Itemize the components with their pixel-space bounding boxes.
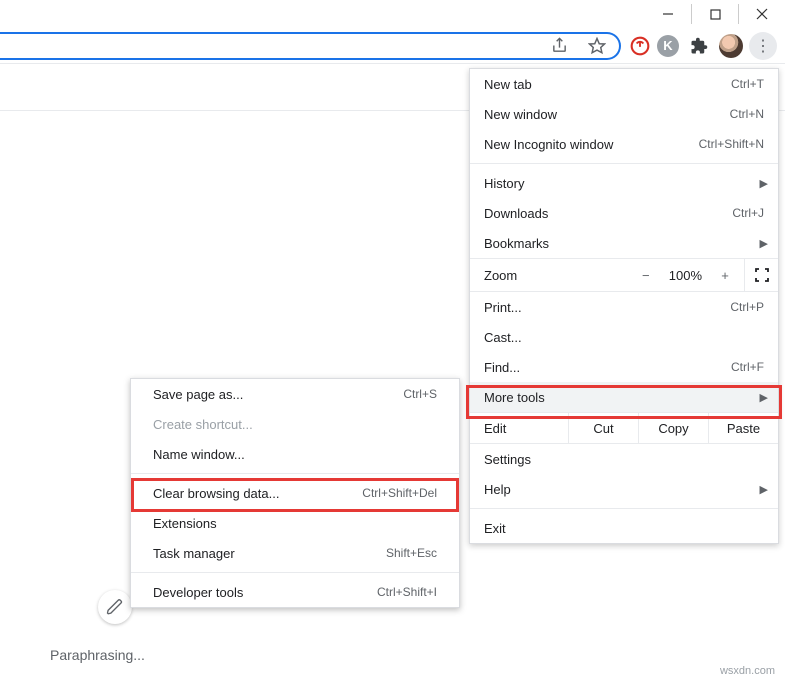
- submenu-task-manager[interactable]: Task manager Shift+Esc: [131, 538, 459, 568]
- menu-separator: [470, 508, 778, 509]
- maximize-button[interactable]: [692, 0, 738, 28]
- menu-label: Extensions: [153, 516, 437, 531]
- menu-label: Print...: [484, 300, 730, 315]
- extensions-icon[interactable]: [685, 32, 713, 60]
- extension-k-icon[interactable]: K: [657, 35, 679, 57]
- menu-zoom: Zoom − 100% +: [470, 258, 778, 292]
- main-menu: New tab Ctrl+T New window Ctrl+N New Inc…: [469, 68, 779, 544]
- edit-pen-icon[interactable]: [98, 590, 132, 624]
- submenu-name-window[interactable]: Name window...: [131, 439, 459, 469]
- menu-separator: [470, 163, 778, 164]
- menu-label: Settings: [484, 452, 764, 467]
- submenu-create-shortcut[interactable]: Create shortcut...: [131, 409, 459, 439]
- zoom-out-button[interactable]: −: [637, 268, 655, 283]
- menu-settings[interactable]: Settings: [470, 444, 778, 474]
- window-controls: [645, 0, 785, 28]
- menu-separator: [131, 473, 459, 474]
- menu-help[interactable]: Help ▶: [470, 474, 778, 504]
- menu-label: Find...: [484, 360, 731, 375]
- more-tools-submenu: Save page as... Ctrl+S Create shortcut..…: [130, 378, 460, 608]
- address-bar[interactable]: [0, 32, 621, 60]
- menu-label: Save page as...: [153, 387, 403, 402]
- fullscreen-button[interactable]: [744, 258, 778, 292]
- menu-new-window[interactable]: New window Ctrl+N: [470, 99, 778, 129]
- menu-label: Cast...: [484, 330, 764, 345]
- edit-copy-button[interactable]: Copy: [638, 413, 708, 443]
- menu-label: Clear browsing data...: [153, 486, 362, 501]
- share-icon[interactable]: [545, 32, 573, 60]
- watermark: wsxdn.com: [720, 665, 775, 677]
- edit-paste-button[interactable]: Paste: [708, 413, 778, 443]
- user-avatar[interactable]: [719, 34, 743, 58]
- menu-label: Bookmarks: [484, 236, 764, 251]
- zoom-value: 100%: [669, 268, 702, 283]
- menu-shortcut: Shift+Esc: [386, 546, 437, 560]
- edit-label: Edit: [470, 413, 568, 443]
- submenu-extensions[interactable]: Extensions: [131, 508, 459, 538]
- menu-cast[interactable]: Cast...: [470, 322, 778, 352]
- menu-shortcut: Ctrl+S: [403, 387, 437, 401]
- menu-label: New Incognito window: [484, 137, 699, 152]
- menu-shortcut: Ctrl+T: [731, 77, 764, 91]
- menu-more-tools[interactable]: More tools ▶: [470, 382, 778, 412]
- menu-exit[interactable]: Exit: [470, 513, 778, 543]
- minimize-button[interactable]: [645, 0, 691, 28]
- menu-label: Help: [484, 482, 764, 497]
- menu-label: Create shortcut...: [153, 417, 437, 432]
- menu-label: History: [484, 176, 764, 191]
- menu-print[interactable]: Print... Ctrl+P: [470, 292, 778, 322]
- menu-shortcut: Ctrl+J: [732, 206, 764, 220]
- zoom-controls: − 100% +: [637, 268, 734, 283]
- chevron-right-icon: ▶: [760, 483, 768, 496]
- edit-cut-button[interactable]: Cut: [568, 413, 638, 443]
- close-button[interactable]: [739, 0, 785, 28]
- chevron-right-icon: ▶: [760, 177, 768, 190]
- chevron-right-icon: ▶: [760, 237, 768, 250]
- submenu-save-page[interactable]: Save page as... Ctrl+S: [131, 379, 459, 409]
- menu-downloads[interactable]: Downloads Ctrl+J: [470, 198, 778, 228]
- menu-shortcut: Ctrl+F: [731, 360, 764, 374]
- status-text: Paraphrasing...: [50, 647, 145, 663]
- menu-shortcut: Ctrl+Shift+I: [377, 585, 437, 599]
- menu-edit: Edit Cut Copy Paste: [470, 412, 778, 444]
- menu-new-tab[interactable]: New tab Ctrl+T: [470, 69, 778, 99]
- menu-label: Task manager: [153, 546, 386, 561]
- menu-button[interactable]: ⋮: [749, 32, 777, 60]
- menu-label: More tools: [484, 390, 764, 405]
- menu-separator: [131, 572, 459, 573]
- menu-shortcut: Ctrl+P: [730, 300, 764, 314]
- menu-label: Downloads: [484, 206, 732, 221]
- extension-red-icon[interactable]: [629, 35, 651, 57]
- menu-label: Name window...: [153, 447, 437, 462]
- menu-label: Exit: [484, 521, 764, 536]
- menu-shortcut: Ctrl+Shift+N: [699, 137, 764, 151]
- menu-history[interactable]: History ▶: [470, 168, 778, 198]
- submenu-developer-tools[interactable]: Developer tools Ctrl+Shift+I: [131, 577, 459, 607]
- menu-bookmarks[interactable]: Bookmarks ▶: [470, 228, 778, 258]
- menu-find[interactable]: Find... Ctrl+F: [470, 352, 778, 382]
- star-icon[interactable]: [583, 32, 611, 60]
- chevron-right-icon: ▶: [760, 391, 768, 404]
- menu-shortcut: Ctrl+Shift+Del: [362, 486, 437, 500]
- menu-label: New tab: [484, 77, 731, 92]
- submenu-clear-browsing-data[interactable]: Clear browsing data... Ctrl+Shift+Del: [131, 478, 459, 508]
- menu-new-incognito[interactable]: New Incognito window Ctrl+Shift+N: [470, 129, 778, 159]
- zoom-in-button[interactable]: +: [716, 268, 734, 283]
- menu-label: Developer tools: [153, 585, 377, 600]
- zoom-label: Zoom: [484, 268, 637, 283]
- browser-toolbar: K ⋮: [0, 28, 785, 64]
- menu-shortcut: Ctrl+N: [730, 107, 764, 121]
- toolbar-actions: K ⋮: [629, 32, 785, 60]
- menu-label: New window: [484, 107, 730, 122]
